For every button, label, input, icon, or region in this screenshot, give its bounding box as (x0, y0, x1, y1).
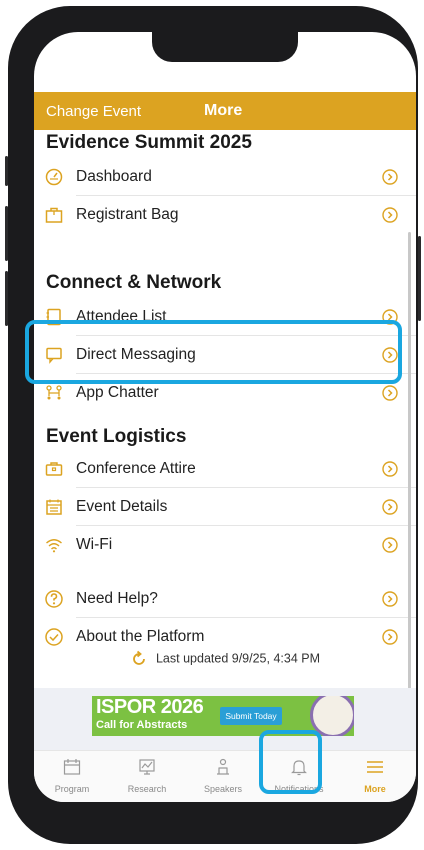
power-button (418, 236, 421, 321)
menu-item-conference-attire[interactable]: Conference Attire (34, 450, 416, 488)
scrollbar[interactable] (408, 232, 411, 712)
chevron-right-icon (382, 461, 398, 477)
menu-list[interactable]: Evidence Summit 2025 Dashboard Registran… (34, 130, 416, 690)
tab-label: Speakers (203, 784, 243, 794)
menu-item-wifi[interactable]: Wi-Fi (34, 526, 416, 564)
tab-research[interactable]: Research (112, 757, 182, 794)
attire-icon (45, 462, 63, 476)
phone-frame: Change Event More Evidence Summit 2025 D… (5, 6, 421, 844)
menu-item-event-details[interactable]: Event Details (34, 488, 416, 526)
chevron-right-icon (382, 169, 398, 185)
banner-title: ISPOR 2026 (96, 696, 204, 718)
section-title-event: Evidence Summit 2025 (46, 132, 252, 153)
section-title-logistics: Event Logistics (46, 426, 187, 447)
tab-label: Research (127, 784, 167, 794)
banner-subtitle: Call for Abstracts (96, 719, 188, 731)
wifi-icon (46, 539, 62, 553)
chevron-right-icon (382, 537, 398, 553)
help-icon (45, 590, 63, 608)
chevron-right-icon (382, 207, 398, 223)
banner-emblem-icon (310, 696, 354, 736)
top-bar: Change Event More (34, 92, 416, 130)
tab-program[interactable]: Program (37, 757, 107, 794)
banner-submit-button[interactable]: Submit Today (220, 707, 282, 725)
menu-item-label: Dashboard (76, 168, 152, 185)
tab-more[interactable]: More (340, 757, 410, 794)
chevron-right-icon (382, 629, 398, 645)
speaker-icon (217, 758, 229, 775)
calendar-icon (63, 759, 81, 775)
menu-item-label: Event Details (76, 498, 168, 515)
chevron-right-icon (382, 499, 398, 515)
screen: Change Event More Evidence Summit 2025 D… (34, 32, 416, 802)
menu-item-label: About the Platform (76, 628, 205, 645)
app-chatter-icon (46, 385, 62, 400)
dashboard-icon (45, 168, 63, 186)
change-event-button[interactable]: Change Event (46, 103, 141, 120)
refresh-icon[interactable] (130, 650, 148, 668)
bag-icon (45, 207, 63, 223)
tab-label: Program (54, 784, 90, 794)
menu-item-label: Wi-Fi (76, 536, 113, 553)
tab-speakers[interactable]: Speakers (188, 757, 258, 794)
tab-label: More (364, 784, 386, 794)
chevron-right-icon (382, 591, 398, 607)
mute-switch (5, 156, 8, 186)
section-title-connect: Connect & Network (46, 272, 222, 293)
menu-item-need-help[interactable]: Need Help? (34, 580, 416, 618)
menu-item-dashboard[interactable]: Dashboard (34, 158, 416, 196)
chevron-right-icon (382, 385, 398, 401)
research-icon (139, 759, 155, 775)
check-circle-icon (45, 628, 63, 646)
menu-item-label: Need Help? (76, 590, 158, 607)
tab-bar: Program Research Speakers Notifications … (34, 750, 416, 802)
menu-item-registrant-bag[interactable]: Registrant Bag (34, 196, 416, 234)
banner-area: ISPOR 2026 Call for Abstracts Submit Tod… (34, 688, 416, 750)
volume-down-button (5, 271, 8, 326)
page-title: More (204, 102, 243, 119)
last-updated-text: Last updated 9/9/25, 4:34 PM (155, 651, 320, 666)
event-details-icon (46, 499, 62, 515)
menu-icon (367, 761, 383, 773)
menu-item-label: Registrant Bag (76, 206, 179, 223)
app-chatter-highlight (25, 320, 402, 384)
notch (152, 32, 298, 62)
last-updated: Last updated 9/9/25, 4:34 PM (34, 650, 416, 668)
volume-up-button (5, 206, 8, 261)
menu-item-label: App Chatter (76, 384, 159, 401)
menu-item-label: Conference Attire (76, 460, 196, 477)
notifications-highlight (259, 730, 322, 794)
